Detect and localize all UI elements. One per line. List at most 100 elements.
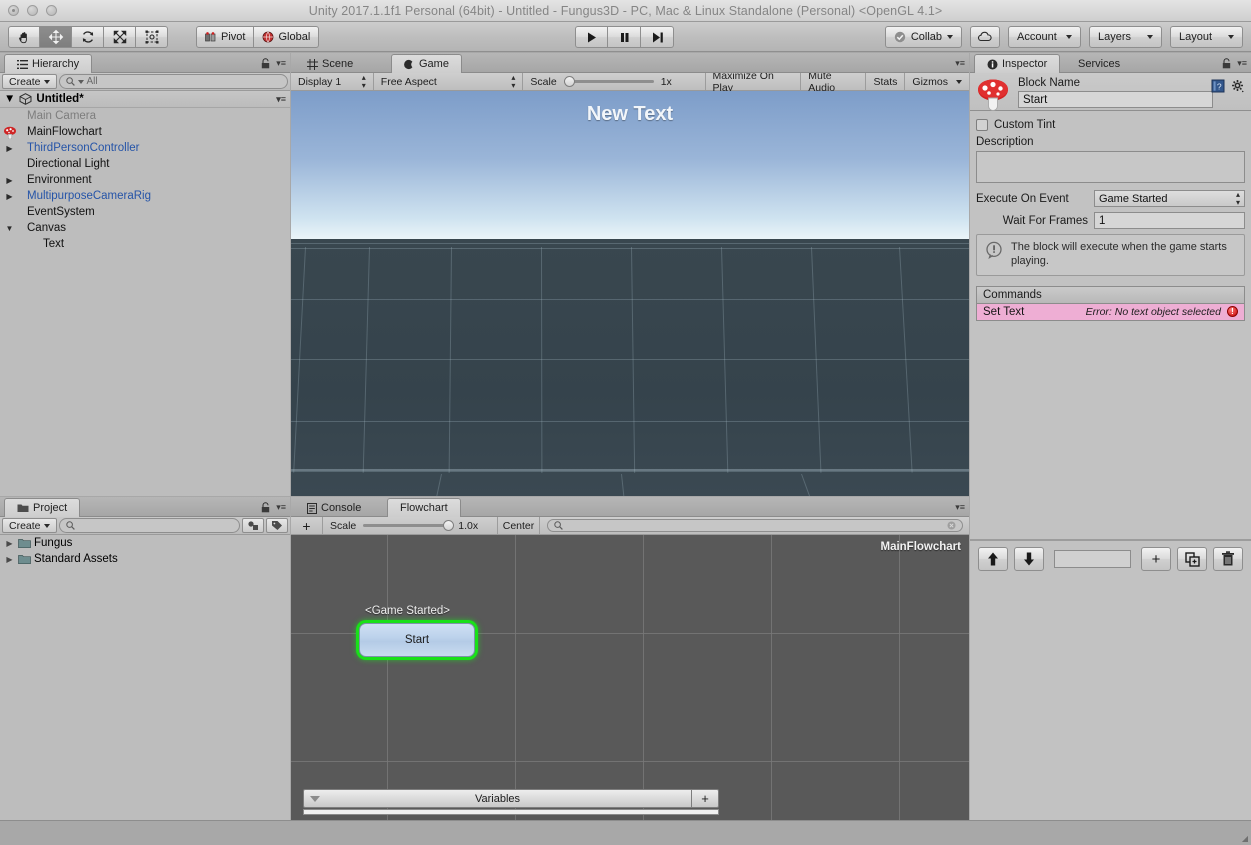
gameview-tab-menu[interactable]: ▾≡ [955,58,965,69]
chevron-right-icon[interactable]: ▶ [4,555,15,564]
inspector-tab-menu[interactable]: ▾≡ [1222,58,1247,69]
scale-slider-track[interactable] [363,520,455,531]
scale-slider-track[interactable] [563,76,654,87]
gizmos-dropdown[interactable]: Gizmos [905,73,969,90]
display-dropdown[interactable]: Display 1 ▴ ▾ [291,73,374,90]
hierarchy-item-eventsystem[interactable]: EventSystem [0,204,290,220]
panel-options-icon[interactable]: ▾≡ [276,502,286,513]
scene-options-icon[interactable]: ▾≡ [276,94,286,105]
hierarchy-item-environment[interactable]: ▶ Environment [0,172,290,188]
project-filter-by-type-button[interactable] [242,518,264,533]
hierarchy-tab-menu[interactable]: ▾≡ [261,58,286,69]
layout-button[interactable]: Layout [1170,26,1243,48]
aspect-dropdown[interactable]: Free Aspect ▴ ▾ [373,73,524,90]
move-command-up-button[interactable] [978,547,1008,571]
duplicate-command-button[interactable] [1177,547,1207,571]
flowchart-block-start[interactable]: Start [359,623,475,657]
hierarchy-item-text[interactable]: Text [0,236,290,252]
hierarchy-item-thirdpersoncontroller[interactable]: ▶ ThirdPersonController [0,140,290,156]
step-button[interactable] [641,26,674,48]
project-tree[interactable]: ▶ Fungus ▶ Standard Assets [0,535,290,820]
cloud-button[interactable] [970,26,1000,48]
command-row-set-text[interactable]: Set Text Error: No text object selected … [976,302,1245,321]
resize-grip-icon[interactable]: ◢ [1242,834,1248,843]
tab-console[interactable]: Console [295,499,373,517]
variables-toggle[interactable]: Variables [303,789,691,808]
move-command-down-button[interactable] [1014,547,1044,571]
project-filter-by-label-button[interactable] [266,518,288,533]
panel-options-icon[interactable]: ▾≡ [955,502,965,513]
wait-for-frames-row[interactable]: Wait For Frames 1 [976,212,1245,229]
hierarchy-search-input[interactable]: All [58,74,288,89]
hierarchy-item-directional-light[interactable]: Directional Light [0,156,290,172]
variables-resize-strip[interactable] [303,809,719,815]
flowchart-scale-slider[interactable]: Scale 1.0x [323,517,498,534]
maximize-on-play-toggle[interactable]: Maximize On Play [705,70,802,94]
rect-transform-tool-button[interactable] [136,26,168,48]
hand-tool-button[interactable] [8,26,40,48]
play-button[interactable] [575,26,608,48]
hierarchy-item-multipurposecamerarig[interactable]: ▶ MultipurposeCameraRig [0,188,290,204]
tab-services[interactable]: Services [1066,55,1132,73]
chevron-down-icon[interactable]: ▼ [4,224,15,233]
hierarchy-tree[interactable]: ▼ Untitled* ▾≡ Main Camera MainFlowchart… [0,91,290,496]
transform-tools-group[interactable] [8,26,168,48]
project-tab-menu[interactable]: ▾≡ [261,502,286,513]
toolbar-right-group[interactable]: Collab Account Layers Layout [884,26,1243,48]
game-scale-slider[interactable]: Scale 1x [523,73,706,90]
add-command-button[interactable]: + [1141,547,1171,571]
hierarchy-item-main-camera[interactable]: Main Camera [0,108,290,124]
block-name-input[interactable]: Start [1018,91,1213,108]
add-variable-button[interactable]: + [691,789,719,808]
panel-options-icon[interactable]: ▾≡ [276,58,286,69]
tab-flowchart[interactable]: Flowchart [387,498,461,517]
scale-slider-knob[interactable] [563,76,575,87]
flowchart-search-input[interactable] [547,519,963,532]
chevron-right-icon[interactable]: ▶ [4,144,15,153]
tab-game[interactable]: Game [391,54,462,73]
description-textarea[interactable] [976,151,1245,183]
command-search-field[interactable] [1054,550,1131,568]
playback-controls-group[interactable] [575,26,674,48]
chevron-right-icon[interactable]: ▶ [4,192,15,201]
layers-button[interactable]: Layers [1089,26,1162,48]
project-search-input[interactable] [58,518,240,533]
account-button[interactable]: Account [1008,26,1081,48]
flowchart-tab-menu[interactable]: ▾≡ [955,502,965,513]
flowchart-canvas[interactable]: MainFlowchart <Game Started> Start Varia… [291,535,969,820]
panel-options-icon[interactable]: ▾≡ [1237,58,1247,69]
execute-on-event-dropdown[interactable]: Game Started ▴ ▾ [1094,190,1245,207]
custom-tint-checkbox[interactable] [976,119,988,131]
stats-toggle[interactable]: Stats [866,73,906,90]
custom-tint-row[interactable]: Custom Tint [976,119,1245,131]
tab-project[interactable]: Project [4,498,81,517]
hierarchy-item-canvas[interactable]: ▼ Canvas [0,220,290,236]
rotate-tool-button[interactable] [72,26,104,48]
pivot-toggle-button[interactable]: Pivot [196,26,255,48]
delete-command-button[interactable] [1213,547,1243,571]
tab-hierarchy[interactable]: Hierarchy [4,54,93,73]
panel-options-icon[interactable]: ▾≡ [955,58,965,69]
pivot-global-group[interactable]: Pivot Global [196,26,320,48]
move-tool-button[interactable] [40,26,72,48]
chevron-right-icon[interactable]: ▶ [4,539,15,548]
wait-for-frames-input[interactable]: 1 [1094,212,1245,229]
hierarchy-scene-root[interactable]: ▼ Untitled* ▾≡ [0,91,290,108]
hierarchy-item-mainflowchart[interactable]: MainFlowchart [0,124,290,140]
scale-slider-knob[interactable] [443,520,455,531]
tab-scene[interactable]: Scene [295,55,365,73]
project-item-standard-assets[interactable]: ▶ Standard Assets [0,551,290,567]
chevron-right-icon[interactable]: ▶ [4,176,15,185]
variables-bar[interactable]: Variables + [303,789,719,808]
scale-tool-button[interactable] [104,26,136,48]
inspector-header-icons[interactable]: ? [1211,79,1245,93]
tab-inspector[interactable]: Inspector [974,54,1061,73]
chevron-down-icon[interactable]: ▼ [4,93,15,105]
search-filter-chevron-icon[interactable] [77,79,84,84]
project-create-button[interactable]: Create [2,518,57,533]
flowchart-center-button[interactable]: Center [498,517,540,534]
hierarchy-create-button[interactable]: Create [2,74,57,89]
pause-button[interactable] [608,26,641,48]
game-render-surface[interactable]: New Text [291,91,969,496]
project-item-fungus[interactable]: ▶ Fungus [0,535,290,551]
